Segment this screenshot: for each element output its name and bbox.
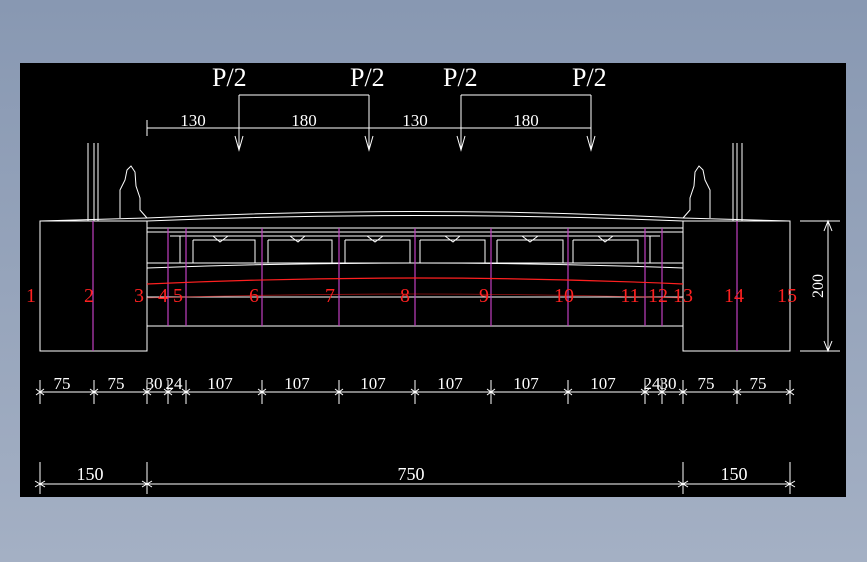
load-label: P/2 (443, 63, 478, 92)
section-label: 3 (134, 285, 144, 307)
right-railing (682, 143, 743, 221)
height-dim-label: 200 (810, 274, 827, 298)
load-spacing-label: 180 (513, 111, 539, 130)
dim-label: 30 (660, 374, 677, 393)
dimension-layer: 75 75 30 24 107 107 107 107 107 107 24 30 75 75150 750… (34, 374, 796, 494)
load-layer: P/2 P/2 P/2 P/2 130 180 130 180 (146, 63, 607, 152)
section-label: 2 (84, 285, 94, 307)
section-label: 9 (479, 285, 489, 307)
load-spacing-label: 130 (180, 111, 206, 130)
dim-label: 107 (360, 374, 386, 393)
deck-top-line (39, 211, 791, 222)
section-label: 8 (400, 285, 410, 307)
load-label: P/2 (572, 63, 607, 92)
dim-label: 24 (166, 374, 184, 393)
dim-label: 75 (108, 374, 125, 393)
section-label: 7 (325, 285, 335, 307)
section-label: 13 (673, 285, 693, 307)
dim-label: 24 (644, 374, 662, 393)
dim-label: 30 (146, 374, 163, 393)
load-label: P/2 (350, 63, 385, 92)
dim-label: 107 (513, 374, 539, 393)
section-label: 12 (648, 285, 668, 307)
left-railing (87, 143, 148, 221)
section-label: 5 (173, 285, 183, 307)
section-label: 14 (724, 285, 744, 307)
deck-surface-line (146, 215, 684, 222)
load-label: P/2 (212, 63, 247, 92)
dim-label: 107 (437, 374, 463, 393)
section-layer: 1 2 3 4 5 6 7 8 9 10 11 12 13 14 15 (26, 221, 797, 351)
dim-label: 75 (698, 374, 715, 393)
dim-label: 75 (54, 374, 71, 393)
section-label: 6 (249, 285, 259, 307)
section-label: 1 (26, 285, 36, 307)
load-spacing-label: 130 (402, 111, 428, 130)
overall-dim-label: 150 (721, 464, 748, 484)
section-label: 4 (158, 285, 168, 307)
bridge-cross-section-drawing: P/2 P/2 P/2 P/2130 180 130 180 1 2 3 4 5 6 7 8 9 10 11 12… (26, 63, 840, 494)
load-spacing-label: 180 (291, 111, 317, 130)
overall-dim-label: 750 (398, 464, 425, 484)
dim-label: 107 (590, 374, 616, 393)
dim-label: 107 (207, 374, 233, 393)
overall-dim-label: 150 (77, 464, 104, 484)
section-label: 15 (777, 285, 797, 307)
section-label: 11 (620, 285, 639, 307)
section-label: 10 (554, 285, 574, 307)
dim-label: 107 (284, 374, 310, 393)
dim-label: 75 (750, 374, 767, 393)
